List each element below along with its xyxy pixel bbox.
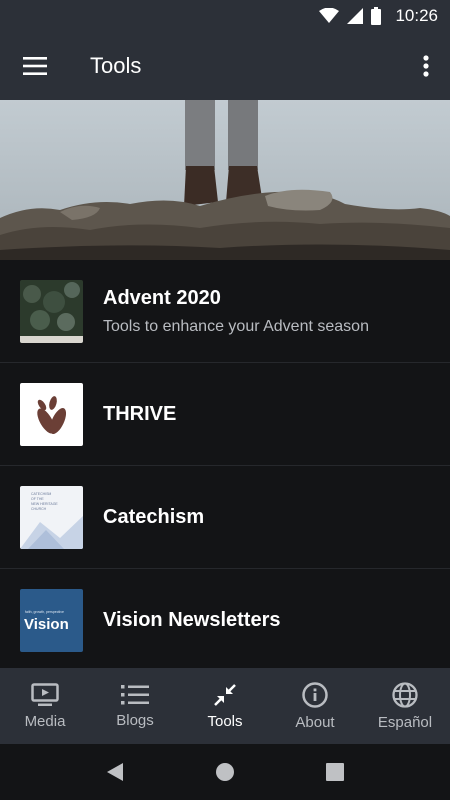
advent-thumbnail: [20, 279, 83, 343]
catechism-thumb-line-3: NEW HERITAGE: [31, 502, 58, 506]
battery-icon: [371, 7, 382, 25]
nav-label: About: [295, 713, 335, 731]
more-vert-icon: [423, 55, 429, 77]
vision-thumb-title: Vision: [24, 616, 69, 633]
hero-image: [0, 100, 450, 260]
list-item-vision-newsletters[interactable]: faith, growth, perspective Vision Vision…: [0, 569, 450, 672]
catechism-thumb-line-4: CHURCH: [31, 507, 47, 511]
back-icon[interactable]: [106, 762, 124, 782]
wifi-icon: [319, 8, 340, 23]
list-icon: [121, 684, 149, 704]
list-item-advent-2020[interactable]: Advent 2020 Tools to enhance your Advent…: [0, 260, 450, 363]
vision-thumbnail: faith, growth, perspective Vision: [20, 588, 83, 652]
tools-list: Advent 2020 Tools to enhance your Advent…: [0, 260, 450, 672]
status-time: 10:26: [395, 6, 438, 25]
nav-tools[interactable]: Tools: [180, 668, 270, 744]
catechism-thumbnail: CATECHISM OF THE NEW HERITAGE CHURCH: [20, 485, 83, 549]
page-title: Tools: [90, 53, 142, 78]
home-icon[interactable]: [215, 762, 235, 782]
nav-media[interactable]: Media: [0, 668, 90, 744]
menu-button[interactable]: [0, 32, 70, 100]
item-title: Catechism: [103, 505, 205, 528]
hamburger-icon: [23, 57, 47, 75]
nav-label: Media: [24, 712, 66, 730]
list-item-thrive[interactable]: THRIVE: [0, 363, 450, 466]
nav-about[interactable]: About: [270, 668, 360, 744]
globe-icon: [392, 681, 418, 708]
nav-blogs[interactable]: Blogs: [90, 668, 180, 744]
tv-icon: [31, 682, 59, 706]
system-navigation-bar: [0, 744, 450, 800]
item-title: Vision Newsletters: [103, 608, 281, 631]
nav-label: Tools: [207, 712, 243, 730]
item-title: THRIVE: [103, 402, 177, 425]
info-icon: [302, 681, 328, 708]
nav-espanol[interactable]: Español: [360, 668, 450, 744]
overflow-menu-button[interactable]: [402, 32, 450, 100]
compress-arrows-icon: [214, 683, 236, 706]
item-subtitle: Tools to enhance your Advent season: [103, 317, 369, 335]
nav-label: Blogs: [116, 711, 154, 729]
vision-thumb-tagline: faith, growth, perspective: [25, 610, 64, 614]
signal-icon: [347, 8, 364, 24]
recents-icon[interactable]: [326, 763, 345, 781]
item-title: Advent 2020: [103, 286, 221, 309]
nav-label: Español: [377, 713, 433, 731]
catechism-thumb-line-2: OF THE: [31, 497, 44, 501]
list-item-catechism[interactable]: CATECHISM OF THE NEW HERITAGE CHURCH Cat…: [0, 466, 450, 569]
bottom-navigation: Media Blogs Tools About Español: [0, 668, 450, 744]
app-bar: Tools: [0, 32, 450, 100]
status-bar: 10:26: [0, 0, 450, 32]
thrive-logo: [20, 382, 83, 446]
catechism-thumb-line-1: CATECHISM: [31, 492, 51, 496]
